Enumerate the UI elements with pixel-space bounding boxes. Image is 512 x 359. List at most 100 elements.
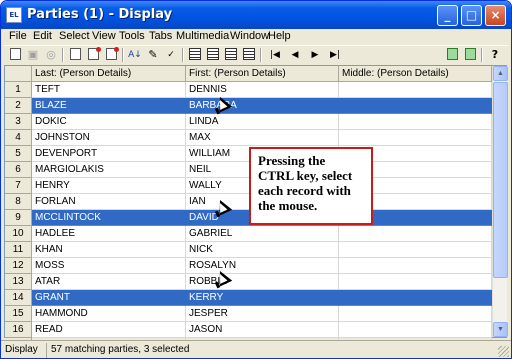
previous-record-icon[interactable]: ◀ bbox=[287, 47, 303, 63]
row-number[interactable]: 12 bbox=[5, 258, 32, 274]
column-header-first[interactable]: First: (Person Details) bbox=[186, 66, 339, 82]
cell-first-name[interactable]: BARBARA bbox=[186, 98, 339, 114]
table-row[interactable]: 1 TEFT DENNIS bbox=[5, 82, 492, 98]
maximize-button[interactable]: □ bbox=[461, 5, 482, 26]
menu-view[interactable]: View bbox=[92, 30, 116, 42]
row-number-header[interactable] bbox=[5, 66, 32, 82]
close-button[interactable]: × bbox=[485, 5, 506, 26]
new-record-icon[interactable] bbox=[67, 47, 83, 63]
cell-last-name[interactable]: HAMMOND bbox=[32, 306, 186, 322]
table-row[interactable]: 14 GRANT KERRY bbox=[5, 290, 492, 306]
minimize-button[interactable]: _ bbox=[437, 5, 458, 26]
row-number[interactable]: 14 bbox=[5, 290, 32, 306]
scroll-down-button[interactable]: ▼ bbox=[493, 322, 508, 337]
table-row[interactable]: 10 HADLEE GABRIEL bbox=[5, 226, 492, 242]
disabled-icon[interactable]: ◎ bbox=[43, 47, 59, 63]
app-icon[interactable]: EL bbox=[6, 7, 22, 23]
cell-middle-name[interactable] bbox=[339, 322, 492, 338]
cell-last-name[interactable]: MOSS bbox=[32, 258, 186, 274]
cell-first-name[interactable]: ROBBIE bbox=[186, 274, 339, 290]
first-record-icon[interactable]: |◀ bbox=[267, 47, 283, 63]
row-number[interactable]: 16 bbox=[5, 322, 32, 338]
scroll-up-button[interactable]: ▲ bbox=[493, 66, 508, 81]
cell-middle-name[interactable] bbox=[339, 98, 492, 114]
row-number[interactable]: 10 bbox=[5, 226, 32, 242]
menu-window[interactable]: Window bbox=[230, 30, 269, 42]
import-icon[interactable] bbox=[462, 47, 478, 63]
row-number[interactable]: 13 bbox=[5, 274, 32, 290]
cell-first-name[interactable]: JESPER bbox=[186, 306, 339, 322]
cell-last-name[interactable]: READ bbox=[32, 322, 186, 338]
row-number[interactable]: 8 bbox=[5, 194, 32, 210]
export-icon[interactable] bbox=[444, 47, 460, 63]
table-row[interactable]: 4 JOHNSTON MAX bbox=[5, 130, 492, 146]
cell-first-name[interactable]: LINDA bbox=[186, 114, 339, 130]
row-number[interactable]: 15 bbox=[5, 306, 32, 322]
cell-last-name[interactable]: ATAR bbox=[32, 274, 186, 290]
menu-help[interactable]: Help bbox=[268, 30, 291, 42]
cell-first-name[interactable]: NICK bbox=[186, 242, 339, 258]
table-view-icon[interactable] bbox=[205, 47, 221, 63]
table-row[interactable]: 2 BLAZE BARBARA bbox=[5, 98, 492, 114]
table-row[interactable]: 12 MOSS ROSALYN bbox=[5, 258, 492, 274]
row-number[interactable]: 7 bbox=[5, 178, 32, 194]
row-number[interactable]: 11 bbox=[5, 242, 32, 258]
card-view-icon[interactable] bbox=[223, 47, 239, 63]
cell-last-name[interactable]: JOHNSTON bbox=[32, 130, 186, 146]
cell-middle-name[interactable] bbox=[339, 130, 492, 146]
scroll-thumb[interactable] bbox=[493, 82, 508, 278]
cell-last-name[interactable]: HADLEE bbox=[32, 226, 186, 242]
cell-last-name[interactable]: GRANT bbox=[32, 290, 186, 306]
row-number[interactable]: 2 bbox=[5, 98, 32, 114]
menu-select[interactable]: Select bbox=[59, 30, 90, 42]
duplicate-record-icon[interactable] bbox=[103, 47, 119, 63]
cell-last-name[interactable]: FORLAN bbox=[32, 194, 186, 210]
menu-tabs[interactable]: Tabs bbox=[149, 30, 172, 42]
cell-last-name[interactable]: HENRY bbox=[32, 178, 186, 194]
cell-middle-name[interactable] bbox=[339, 226, 492, 242]
menu-multimedia[interactable]: Multimedia bbox=[176, 30, 229, 42]
column-header-middle[interactable]: Middle: (Person Details) bbox=[339, 66, 492, 82]
menu-edit[interactable]: Edit bbox=[33, 30, 52, 42]
row-number[interactable]: 3 bbox=[5, 114, 32, 130]
row-number[interactable]: 9 bbox=[5, 210, 32, 226]
cell-middle-name[interactable] bbox=[339, 258, 492, 274]
cell-middle-name[interactable] bbox=[339, 306, 492, 322]
cell-first-name[interactable]: JASON bbox=[186, 322, 339, 338]
table-row[interactable]: 11 KHAN NICK bbox=[5, 242, 492, 258]
cell-last-name[interactable]: TEFT bbox=[32, 82, 186, 98]
row-number[interactable]: 1 bbox=[5, 82, 32, 98]
cell-middle-name[interactable] bbox=[339, 82, 492, 98]
cell-first-name[interactable]: MAX bbox=[186, 130, 339, 146]
cell-middle-name[interactable] bbox=[339, 290, 492, 306]
table-row[interactable]: 16 READ JASON bbox=[5, 322, 492, 338]
delete-record-icon[interactable] bbox=[85, 47, 101, 63]
cell-first-name[interactable]: DENNIS bbox=[186, 82, 339, 98]
next-record-icon[interactable]: ▶ bbox=[307, 47, 323, 63]
cell-middle-name[interactable] bbox=[339, 114, 492, 130]
form-view-icon[interactable] bbox=[187, 47, 203, 63]
cell-last-name[interactable]: DEVENPORT bbox=[32, 146, 186, 162]
last-record-icon[interactable]: ▶| bbox=[327, 47, 343, 63]
title-bar[interactable]: EL Parties (1) - Display _ □ × bbox=[1, 1, 511, 29]
save-icon[interactable]: ▣ bbox=[25, 47, 41, 63]
cell-last-name[interactable]: MCCLINTOCK bbox=[32, 210, 186, 226]
report-view-icon[interactable] bbox=[241, 47, 257, 63]
vertical-scrollbar[interactable]: ▲ ▼ bbox=[492, 66, 508, 337]
resize-grip[interactable] bbox=[498, 346, 509, 357]
cell-last-name[interactable]: MARGIOLAKIS bbox=[32, 162, 186, 178]
cell-middle-name[interactable] bbox=[339, 274, 492, 290]
cell-first-name[interactable]: GABRIEL bbox=[186, 226, 339, 242]
cell-first-name[interactable]: ROSALYN bbox=[186, 258, 339, 274]
cell-first-name[interactable]: KERRY bbox=[186, 290, 339, 306]
table-row[interactable]: 3 DOKIC LINDA bbox=[5, 114, 492, 130]
edit-icon[interactable]: ✎ bbox=[145, 47, 161, 63]
table-row[interactable]: 15 HAMMOND JESPER bbox=[5, 306, 492, 322]
menu-file[interactable]: File bbox=[9, 30, 27, 42]
help-pointer-icon[interactable]: ? bbox=[487, 47, 503, 63]
sort-icon[interactable]: A↓ bbox=[127, 47, 143, 63]
row-number[interactable]: 6 bbox=[5, 162, 32, 178]
table-row[interactable]: 13 ATAR ROBBIE bbox=[5, 274, 492, 290]
new-document-icon[interactable] bbox=[7, 47, 23, 63]
row-number[interactable]: 4 bbox=[5, 130, 32, 146]
